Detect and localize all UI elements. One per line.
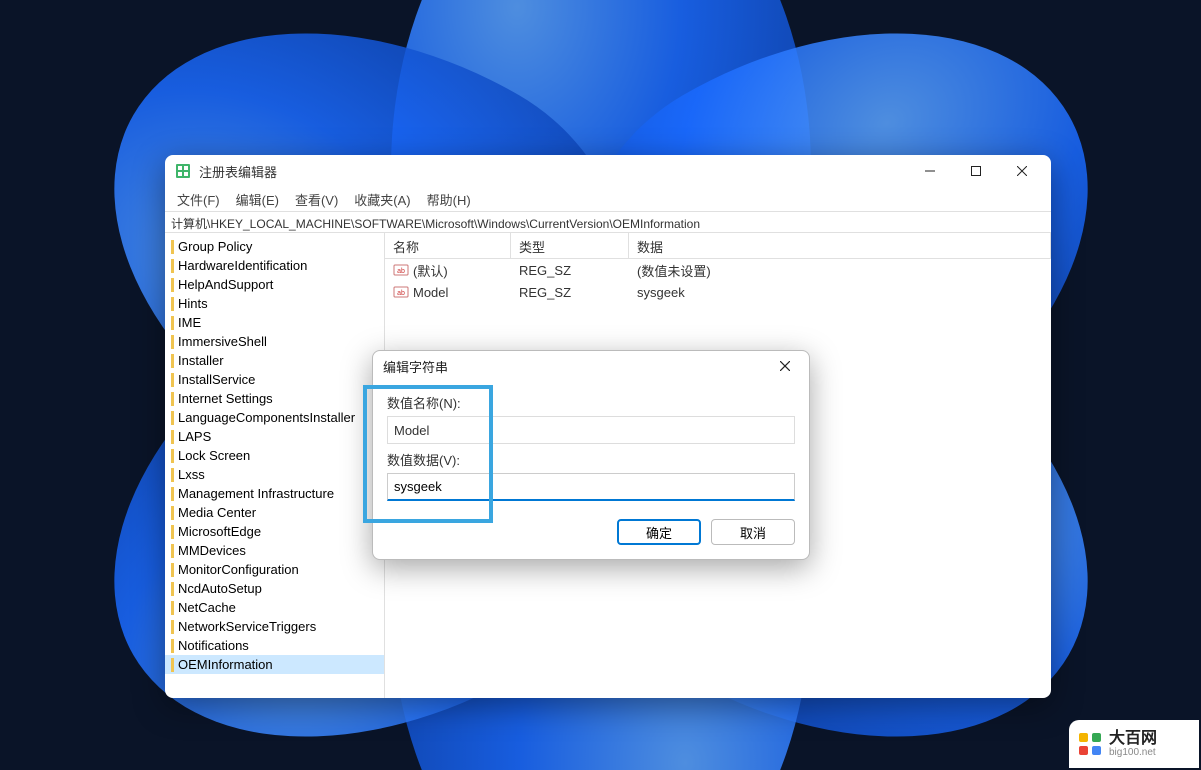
registry-tree[interactable]: Group Policy HardwareIdentification HelpAn… [165, 233, 385, 698]
tree-item-label: ImmersiveShell [178, 334, 267, 349]
col-header-data[interactable]: 数据 [629, 233, 1051, 258]
col-header-name[interactable]: 名称 [385, 233, 511, 258]
tree-item-label: Hints [178, 296, 208, 311]
tree-item-label: Group Policy [178, 239, 252, 254]
value-row[interactable]: ab Model REG_SZsysgeek [385, 281, 1051, 303]
tree-item[interactable]: LanguageComponentsInstaller [165, 408, 384, 427]
menu-favorites[interactable]: 收藏夹(A) [346, 188, 418, 211]
close-button[interactable] [999, 155, 1045, 187]
tree-item[interactable]: Group Policy [165, 237, 384, 256]
value-type: REG_SZ [511, 284, 629, 301]
tree-item[interactable]: Notifications [165, 636, 384, 655]
tree-item-label: Internet Settings [178, 391, 273, 406]
minimize-button[interactable] [907, 155, 953, 187]
regedit-app-icon [175, 163, 191, 179]
value-name-label: 数值名称(N): [387, 393, 795, 412]
tree-item-label: LanguageComponentsInstaller [178, 410, 355, 425]
tree-item[interactable]: IME [165, 313, 384, 332]
watermark-logo-icon [1077, 731, 1103, 757]
tree-item[interactable]: LAPS [165, 427, 384, 446]
value-row[interactable]: ab (默认) REG_SZ(数值未设置) [385, 259, 1051, 281]
tree-item[interactable]: Hints [165, 294, 384, 313]
tree-item-label: NetCache [178, 600, 236, 615]
menu-file[interactable]: 文件(F) [169, 188, 228, 211]
tree-item[interactable]: InstallService [165, 370, 384, 389]
menubar: 文件(F) 编辑(E) 查看(V) 收藏夹(A) 帮助(H) [165, 187, 1051, 211]
tree-item[interactable]: Media Center [165, 503, 384, 522]
tree-item-label: NcdAutoSetup [178, 581, 262, 596]
tree-item-label: OEMInformation [178, 657, 273, 672]
tree-item[interactable]: Installer [165, 351, 384, 370]
tree-item[interactable]: MMDevices [165, 541, 384, 560]
edit-string-dialog: 编辑字符串 数值名称(N): 数值数据(V): 确定 取消 [372, 350, 810, 560]
value-name-input[interactable] [387, 416, 795, 444]
value-data: sysgeek [629, 284, 1051, 301]
watermark-domain: big100.net [1109, 747, 1157, 758]
tree-item[interactable]: MicrosoftEdge [165, 522, 384, 541]
tree-item-label: Lxss [178, 467, 205, 482]
tree-item[interactable]: MonitorConfiguration [165, 560, 384, 579]
tree-item[interactable]: Lxss [165, 465, 384, 484]
tree-item[interactable]: Internet Settings [165, 389, 384, 408]
value-data-label: 数值数据(V): [387, 450, 795, 469]
tree-item[interactable]: Management Infrastructure [165, 484, 384, 503]
tree-item[interactable]: Lock Screen [165, 446, 384, 465]
values-header[interactable]: 名称 类型 数据 [385, 233, 1051, 259]
menu-view[interactable]: 查看(V) [287, 188, 346, 211]
col-header-type[interactable]: 类型 [511, 233, 629, 258]
string-value-icon: ab [393, 262, 409, 278]
tree-item[interactable]: OEMInformation [165, 655, 384, 674]
menu-edit[interactable]: 编辑(E) [228, 188, 287, 211]
window-title: 注册表编辑器 [199, 162, 277, 181]
tree-item-label: MonitorConfiguration [178, 562, 299, 577]
value-type: REG_SZ [511, 262, 629, 279]
titlebar[interactable]: 注册表编辑器 [165, 155, 1051, 187]
tree-item[interactable]: NcdAutoSetup [165, 579, 384, 598]
tree-item-label: Installer [178, 353, 224, 368]
tree-item-label: NetworkServiceTriggers [178, 619, 316, 634]
tree-item-label: Notifications [178, 638, 249, 653]
svg-text:ab: ab [397, 268, 405, 275]
tree-item[interactable]: NetworkServiceTriggers [165, 617, 384, 636]
tree-item-label: HelpAndSupport [178, 277, 273, 292]
dialog-close-button[interactable] [771, 352, 799, 380]
tree-item-label: MMDevices [178, 543, 246, 558]
watermark: 大百网 big100.net [1069, 720, 1199, 768]
tree-item-label: InstallService [178, 372, 255, 387]
tree-item-label: MicrosoftEdge [178, 524, 261, 539]
tree-item[interactable]: HelpAndSupport [165, 275, 384, 294]
tree-item-label: Lock Screen [178, 448, 250, 463]
svg-text:ab: ab [397, 290, 405, 297]
tree-item-label: HardwareIdentification [178, 258, 307, 273]
tree-item-label: LAPS [178, 429, 211, 444]
tree-item-label: IME [178, 315, 201, 330]
address-bar[interactable]: 计算机\HKEY_LOCAL_MACHINE\SOFTWARE\Microsof… [165, 211, 1051, 233]
value-data: (数值未设置) [629, 260, 1051, 281]
string-value-icon: ab [393, 284, 409, 300]
tree-item[interactable]: NetCache [165, 598, 384, 617]
menu-help[interactable]: 帮助(H) [419, 188, 479, 211]
tree-item-label: Media Center [178, 505, 256, 520]
tree-item-label: Management Infrastructure [178, 486, 334, 501]
watermark-brand: 大百网 [1109, 730, 1157, 748]
value-name: (默认) [413, 261, 448, 280]
cancel-button[interactable]: 取消 [711, 519, 795, 545]
maximize-button[interactable] [953, 155, 999, 187]
tree-item[interactable]: ImmersiveShell [165, 332, 384, 351]
tree-item[interactable]: HardwareIdentification [165, 256, 384, 275]
dialog-titlebar[interactable]: 编辑字符串 [373, 351, 809, 381]
value-data-input[interactable] [387, 473, 795, 501]
dialog-title-text: 编辑字符串 [383, 357, 448, 376]
ok-button[interactable]: 确定 [617, 519, 701, 545]
value-name: Model [413, 285, 448, 300]
